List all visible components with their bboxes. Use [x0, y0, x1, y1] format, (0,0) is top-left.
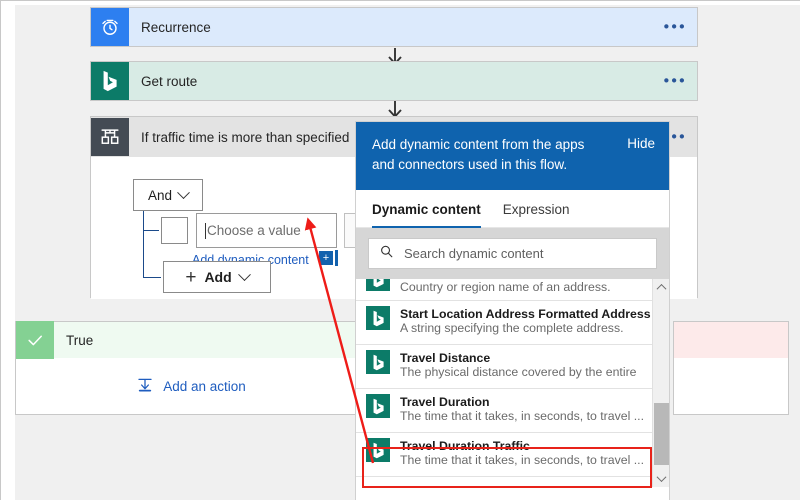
canvas-top-margin [1, 1, 800, 5]
condition-branch-icon [91, 118, 129, 156]
tab-dynamic-content[interactable]: Dynamic content [372, 202, 481, 228]
dynamic-content-list: Country or region name of an address. St… [356, 279, 669, 487]
condition-operator-label: And [147, 187, 173, 203]
list-scrollbar[interactable] [652, 279, 669, 487]
list-item[interactable]: Travel Duration The time that it takes, … [356, 389, 669, 433]
list-item-description: A string specifying the complete address… [400, 321, 624, 335]
list-item-text: Country or region name of an address. [400, 279, 611, 294]
card-title: If traffic time is more than specified [141, 129, 350, 145]
add-dynamic-content-divider [335, 250, 338, 266]
scrollbar-thumb[interactable] [654, 403, 669, 465]
add-condition-button[interactable]: + Add [163, 261, 271, 293]
card-menu-button[interactable]: ••• [664, 20, 687, 35]
chevron-down-icon [237, 267, 251, 281]
bing-maps-icon [366, 394, 390, 418]
choose-a-value-placeholder: Choose a value [207, 223, 301, 238]
dynamic-content-panel: Add dynamic content from the apps and co… [356, 122, 669, 500]
list-item-description: The time that it takes, in seconds, to t… [400, 409, 644, 423]
add-action-icon [136, 376, 154, 397]
condition-operator-dropdown[interactable]: And [133, 179, 203, 211]
flow-card-recurrence[interactable]: Recurrence ••• [90, 7, 698, 47]
panel-tabs: Dynamic content Expression [356, 190, 669, 228]
list-item-name: Travel Duration Traffic [400, 439, 530, 453]
list-item-name: Travel Distance [400, 351, 491, 365]
search-box[interactable] [368, 238, 657, 269]
list-item-text: Travel Duration Traffic The time that it… [400, 438, 644, 467]
branch-header [674, 322, 788, 358]
add-an-action-label: Add an action [163, 378, 246, 394]
list-item-travel-duration-traffic[interactable]: Travel Duration Traffic The time that it… [356, 433, 669, 477]
branch-body: Add an action [16, 358, 366, 414]
add-dynamic-content-plus-icon[interactable]: + [319, 251, 333, 265]
bing-maps-icon [91, 62, 129, 100]
chevron-down-icon [656, 472, 667, 483]
search-section [356, 228, 669, 279]
list-item-description: The time that it takes, in seconds, to t… [400, 453, 644, 467]
chevron-down-icon [177, 185, 190, 199]
list-item[interactable]: Country or region name of an address. [356, 279, 669, 301]
scroll-up-button[interactable] [653, 279, 669, 296]
add-condition-label: Add [204, 269, 232, 285]
search-input[interactable] [404, 246, 614, 261]
list-item-description: The physical distance covered by the ent… [400, 365, 637, 379]
scroll-down-button[interactable] [653, 470, 669, 487]
flow-card-get-route[interactable]: Get route ••• [90, 61, 698, 101]
bing-maps-icon [366, 438, 390, 462]
canvas-left-margin [1, 1, 15, 500]
bing-maps-icon [366, 306, 390, 330]
branch-label: True [66, 332, 94, 348]
flow-branch-true[interactable]: True Add an action [15, 321, 367, 415]
list-item[interactable]: Travel Distance The physical distance co… [356, 345, 669, 389]
add-an-action-button[interactable]: Add an action [136, 376, 246, 397]
bing-maps-icon [366, 279, 390, 291]
list-item[interactable]: Start Location Address Formatted Address… [356, 301, 669, 345]
card-menu-button[interactable]: ••• [664, 74, 687, 89]
bing-maps-icon [366, 350, 390, 374]
card-title: Recurrence [141, 19, 211, 35]
search-icon [379, 244, 394, 264]
list-item-name: Start Location Address Formatted Address [400, 307, 651, 321]
flow-branch-false[interactable] [673, 321, 789, 415]
condition-connector-line [143, 211, 144, 277]
panel-header: Add dynamic content from the apps and co… [356, 122, 669, 190]
flow-designer-screen: Recurrence ••• Get route ••• If traffic … [0, 0, 800, 500]
choose-a-value-input[interactable]: Choose a value [196, 213, 337, 248]
condition-connector-line [143, 277, 161, 278]
hide-panel-link[interactable]: Hide [627, 135, 655, 151]
list-item-text: Start Location Address Formatted Address… [400, 306, 651, 335]
card-header: Recurrence ••• [91, 8, 697, 46]
list-item-name: Travel Duration [400, 395, 490, 409]
check-mark-icon [16, 321, 54, 359]
branch-header: True [16, 321, 366, 359]
plus-icon: + [185, 266, 197, 288]
alarm-clock-icon [91, 8, 129, 46]
card-header: Get route ••• [91, 62, 697, 100]
panel-header-text: Add dynamic content from the apps and co… [372, 137, 585, 172]
card-title: Get route [141, 73, 198, 89]
list-item-description: Country or region name of an address. [400, 280, 611, 294]
list-item-text: Travel Distance The physical distance co… [400, 350, 637, 379]
text-caret [205, 222, 206, 239]
list-item-text: Travel Duration The time that it takes, … [400, 394, 644, 423]
condition-connector-line [143, 230, 159, 231]
tab-expression[interactable]: Expression [503, 202, 570, 227]
chevron-up-icon [656, 283, 667, 294]
condition-row-checkbox[interactable] [161, 217, 188, 244]
